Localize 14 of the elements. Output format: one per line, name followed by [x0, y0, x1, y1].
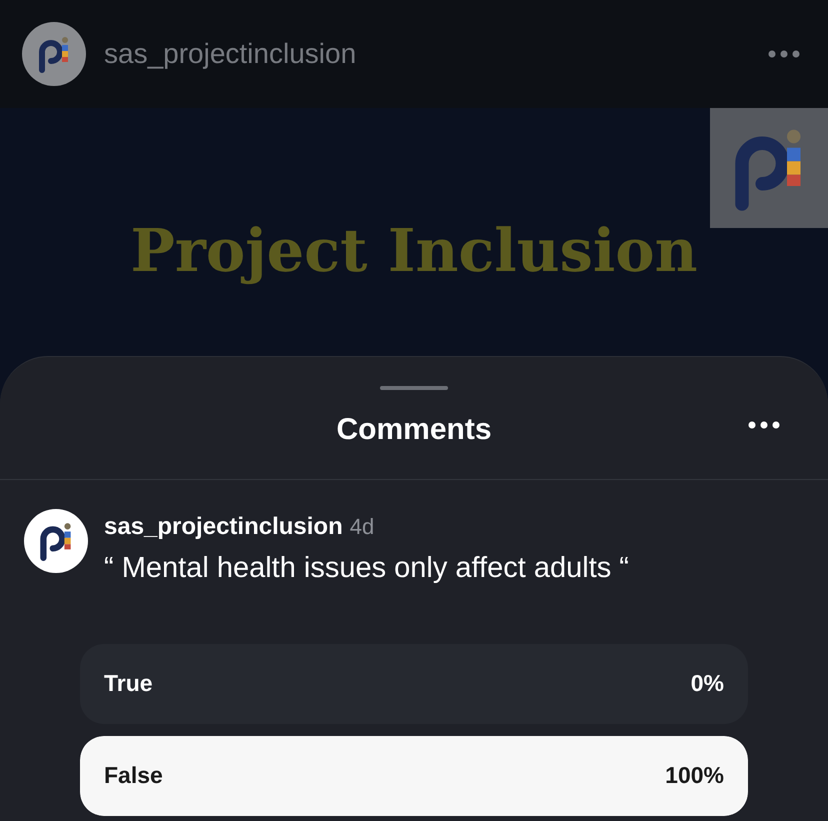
sheet-title: Comments — [336, 412, 492, 448]
username[interactable]: sas_projectinclusion — [104, 33, 356, 75]
post-title: Project Inclusion — [130, 215, 698, 287]
option-label: False — [104, 761, 163, 790]
comment-text: “ Mental health issues only affect adults “ — [104, 551, 629, 586]
poll-option[interactable]: True 0% — [80, 644, 748, 724]
drag-handle[interactable] — [380, 386, 448, 390]
more-icon[interactable] — [748, 421, 780, 429]
option-label: True — [104, 669, 153, 698]
option-percent: 0% — [690, 669, 724, 698]
poll-option[interactable]: False 100% — [80, 736, 748, 816]
comment-time: 4d — [350, 513, 374, 541]
comment-username[interactable]: sas_projectinclusion — [104, 509, 343, 545]
option-percent: 100% — [665, 761, 724, 790]
